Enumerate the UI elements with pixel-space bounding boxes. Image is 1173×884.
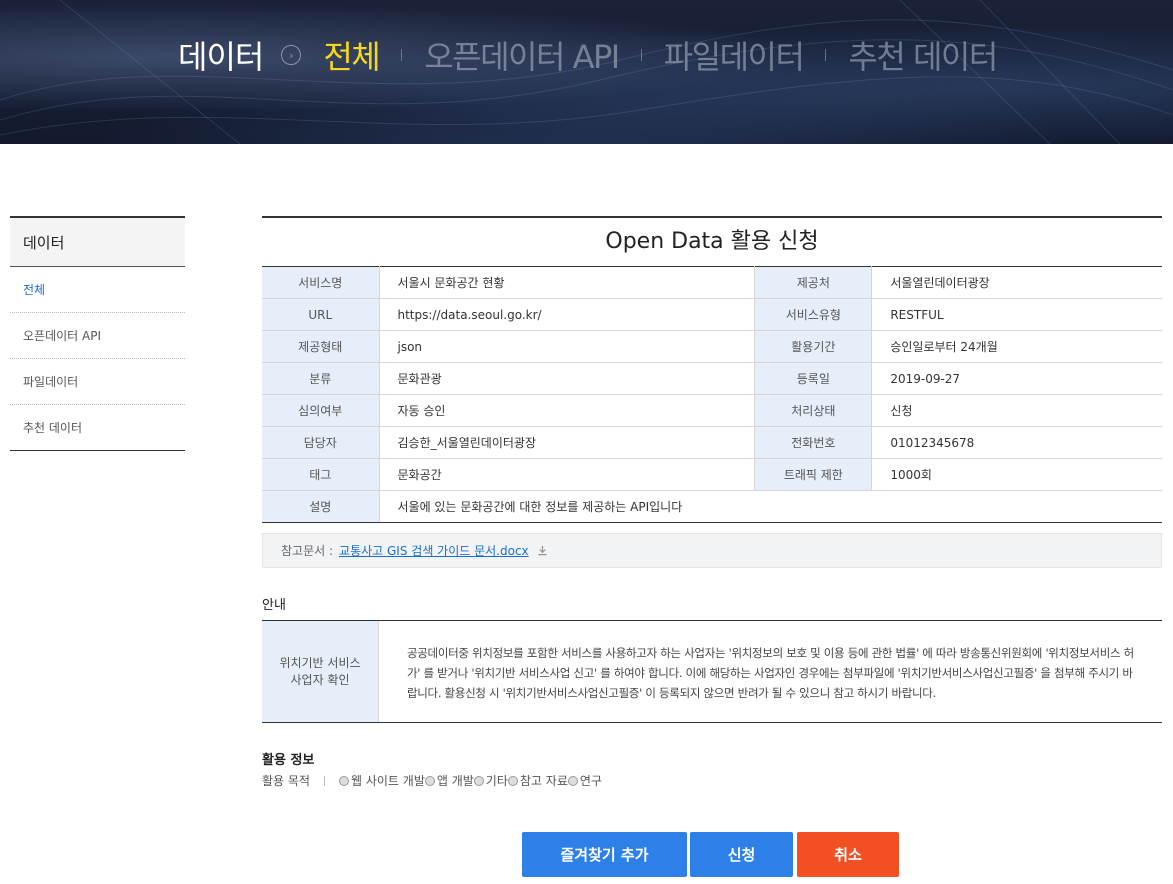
table-header-cell: 제공처 — [754, 266, 872, 299]
table-header-cell: 트래픽 제한 — [754, 458, 872, 491]
radio-option-web[interactable]: 웹 사이트 개발 — [338, 772, 425, 789]
notice-row: 위치기반 서비스 사업자 확인 공공데이터중 위치정보를 포함한 서비스를 사용… — [262, 621, 1162, 723]
table-header-cell: 서비스명 — [262, 266, 379, 299]
radio-icon[interactable] — [424, 775, 435, 786]
table-value-cell: 승인일로부터 24개월 — [871, 330, 1162, 363]
radio-icon[interactable] — [473, 775, 484, 786]
page-title: Open Data 활용 신청 — [262, 216, 1162, 266]
table-header-cell: URL — [262, 298, 379, 331]
hero-banner: 데이터 › 전체 오픈데이터 API 파일데이터 추천 데이터 — [0, 0, 1173, 144]
sidebar-item-open-api[interactable]: 오픈데이터 API — [10, 313, 185, 359]
chevron-right-icon: › — [281, 45, 302, 65]
table-value-cell: 1000회 — [871, 458, 1162, 491]
table-header-cell: 심의여부 — [262, 394, 379, 427]
table-header-cell: 태그 — [262, 458, 379, 491]
radio-option-etc[interactable]: 기타 — [473, 772, 508, 789]
usage-title: 활용 정보 — [262, 753, 315, 768]
radio-label: 웹 사이트 개발 — [350, 774, 425, 788]
table-value-cell: RESTFUL — [871, 298, 1162, 331]
table-row: 담당자 김승한_서울열린데이터광장 전화번호 01012345678 — [262, 426, 1162, 459]
breadcrumb-root: 데이터 — [178, 38, 264, 76]
notice-title: 안내 — [262, 594, 1162, 621]
hero-breadcrumb-nav: 데이터 › 전체 오픈데이터 API 파일데이터 추천 데이터 — [178, 30, 998, 80]
apply-button[interactable]: 신청 — [690, 832, 793, 877]
divider — [323, 775, 325, 786]
table-row: URL https://data.seoul.go.kr/서비스유형 RESTFUL — [262, 298, 1162, 331]
radio-icon[interactable] — [507, 775, 518, 786]
reference-link[interactable]: 교통사고 GIS 검색 가이드 문서.docx — [339, 542, 529, 559]
table-value-cell: 김승한_서울열린데이터광장 — [378, 426, 755, 459]
table-row: 태그 문화공간 트래픽 제한 1000회 — [262, 458, 1162, 491]
table-value-cell: 서울열린데이터광장 — [871, 266, 1162, 299]
table-row: 심의여부 자동 승인 처리상태 신청 — [262, 394, 1162, 427]
main-content: Open Data 활용 신청 서비스명 서울시 문화공간 현황 제공처 서울열린데이… — [262, 216, 1162, 789]
table-header-cell: 제공형태 — [262, 330, 379, 363]
reference-document: 참고문서 : 교통사고 GIS 검색 가이드 문서.docx — [262, 533, 1162, 568]
sidebar-item-file-data[interactable]: 파일데이터 — [10, 359, 185, 405]
divider — [825, 49, 827, 61]
divider — [640, 49, 642, 61]
table-value-cell: https://data.seoul.go.kr/ — [378, 298, 755, 331]
notice-label: 위치기반 서비스 사업자 확인 — [262, 621, 379, 722]
table-value-cell: 2019-09-27 — [871, 362, 1162, 395]
hero-tab-all[interactable]: 전체 — [323, 32, 380, 78]
add-favorite-button[interactable]: 즐겨찾기 추가 — [522, 832, 687, 877]
radio-icon[interactable] — [567, 775, 578, 786]
radio-label: 참고 자료 — [519, 774, 568, 788]
table-value-cell: 신청 — [871, 394, 1162, 427]
action-buttons: 즐겨찾기 추가 신청 취소 — [522, 832, 899, 877]
usage-purpose-row: 활용 목적 웹 사이트 개발 앱 개발 기타 참고 자료 연구 — [262, 772, 1162, 789]
hero-tab-open-api[interactable]: 오픈데이터 API — [424, 32, 620, 78]
radio-label: 연구 — [579, 774, 602, 788]
table-header-cell: 처리상태 — [754, 394, 872, 427]
table-header-cell: 등록일 — [754, 362, 872, 395]
sidebar-item-recommended[interactable]: 추천 데이터 — [10, 405, 185, 451]
table-row: 서비스명 서울시 문화공간 현황 제공처 서울열린데이터광장 — [262, 266, 1162, 299]
radio-option-app[interactable]: 앱 개발 — [424, 772, 474, 789]
sidebar: 데이터 전체 오픈데이터 API 파일데이터 추천 데이터 — [10, 216, 185, 451]
table-value-cell: 문화공간 — [378, 458, 755, 491]
table-value-cell: 문화관광 — [378, 362, 755, 395]
hero-tab-recommended[interactable]: 추천 데이터 — [848, 32, 998, 78]
table-row: 설명 서울에 있는 문화공간에 대한 정보를 제공하는 API입니다 — [262, 490, 1162, 523]
table-value-cell: 자동 승인 — [378, 394, 755, 427]
table-header-cell: 활용기간 — [754, 330, 872, 363]
table-value-cell: 서울에 있는 문화공간에 대한 정보를 제공하는 API입니다 — [378, 490, 1162, 523]
table-header-cell: 설명 — [262, 490, 379, 523]
radio-label: 앱 개발 — [436, 774, 474, 788]
cancel-button[interactable]: 취소 — [797, 832, 899, 877]
table-header-cell: 담당자 — [262, 426, 379, 459]
notice-label-line: 사업자 확인 — [290, 672, 350, 687]
table-value-cell: 01012345678 — [871, 426, 1162, 459]
service-info-table: 서비스명 서울시 문화공간 현황 제공처 서울열린데이터광장 URL https://da… — [262, 266, 1162, 523]
notice-body: 공공데이터중 위치정보를 포함한 서비스를 사용하고자 하는 사업자는 '위치정… — [407, 646, 1134, 700]
table-value-cell: 서울시 문화공간 현황 — [378, 266, 755, 299]
download-icon[interactable] — [537, 545, 548, 556]
table-header-cell: 서비스유형 — [754, 298, 872, 331]
radio-label: 기타 — [485, 774, 508, 788]
radio-option-research[interactable]: 연구 — [567, 772, 602, 789]
table-header-cell: 전화번호 — [754, 426, 872, 459]
table-header-cell: 분류 — [262, 362, 379, 395]
table-row: 분류 문화관광 등록일 2019-09-27 — [262, 362, 1162, 395]
radio-option-reference[interactable]: 참고 자료 — [507, 772, 568, 789]
sidebar-title: 데이터 — [10, 216, 185, 267]
reference-label: 참고문서 : — [281, 544, 334, 558]
hero-tab-file-data[interactable]: 파일데이터 — [664, 32, 805, 78]
table-row: 제공형태 json 활용기간 승인일로부터 24개월 — [262, 330, 1162, 363]
divider — [401, 49, 403, 61]
radio-icon[interactable] — [338, 775, 349, 786]
table-value-cell: json — [378, 330, 755, 363]
sidebar-item-all[interactable]: 전체 — [10, 267, 185, 313]
notice-label-line: 위치기반 서비스 — [279, 655, 361, 670]
usage-purpose-label: 활용 목적 — [262, 774, 310, 788]
